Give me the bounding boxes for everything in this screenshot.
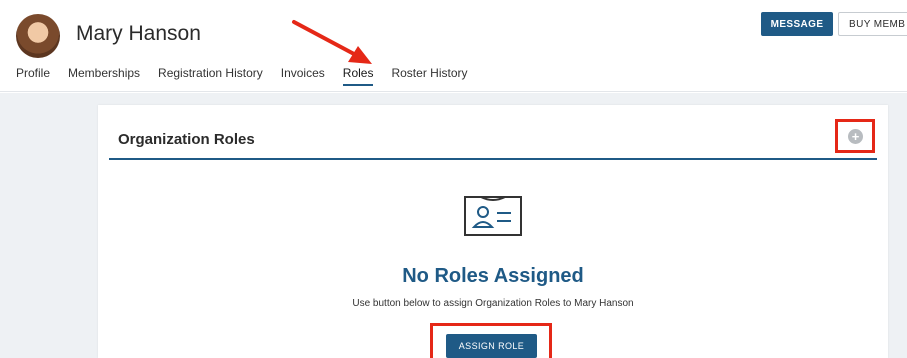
card-title: Organization Roles (118, 131, 255, 148)
empty-state-title: No Roles Assigned (402, 265, 584, 287)
add-role-highlight: + (835, 119, 875, 153)
profile-header: Mary Hanson MESSAGE BUY MEMB Profile Mem… (0, 0, 907, 92)
buy-membership-button[interactable]: BUY MEMB (838, 12, 907, 36)
tab-roster-history[interactable]: Roster History (391, 62, 467, 86)
user-name: Mary Hanson (76, 22, 201, 45)
tab-registration-history[interactable]: Registration History (158, 62, 263, 86)
empty-state-description: Use button below to assign Organization … (352, 298, 634, 309)
assign-role-highlight: ASSIGN ROLE (430, 323, 552, 358)
message-button[interactable]: MESSAGE (761, 12, 833, 36)
tab-profile[interactable]: Profile (16, 62, 50, 86)
avatar (16, 14, 60, 58)
red-arrow-icon (292, 20, 372, 64)
profile-tabs: Profile Memberships Registration History… (0, 62, 467, 92)
assign-role-button[interactable]: ASSIGN ROLE (446, 334, 537, 358)
organization-roles-card: Organization Roles + No Roles Assigned U… (98, 105, 888, 358)
plus-circle-icon[interactable]: + (848, 129, 863, 144)
card-divider (109, 158, 877, 160)
id-badge-icon (464, 196, 522, 236)
tab-memberships[interactable]: Memberships (68, 62, 140, 86)
